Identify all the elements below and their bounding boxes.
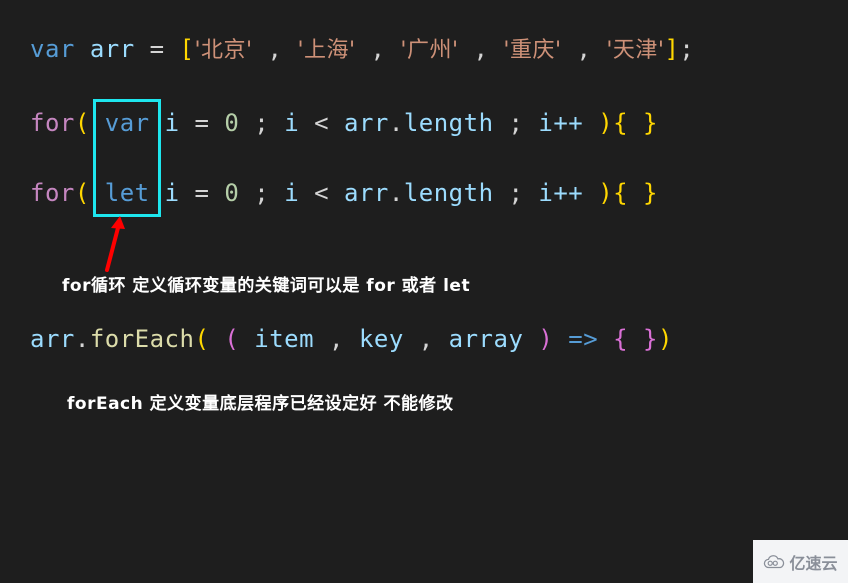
- token-comma-2: ,: [403, 325, 449, 353]
- token-paren-close: ): [598, 179, 614, 207]
- token-arr-object: arr: [344, 109, 389, 137]
- token-dot: .: [388, 109, 404, 137]
- code-editor-canvas: var arr = ['北京' , '上海' , '广州' , '重庆' , '…: [0, 0, 848, 583]
- cloud-icon: [764, 554, 785, 568]
- token-increment: i++: [538, 109, 584, 137]
- annotation-foreach: forEach 定义变量底层程序已经设定好 不能修改: [67, 394, 454, 414]
- token-paren-open: (: [74, 109, 90, 137]
- token-braces: { }: [613, 179, 659, 207]
- token-bracket-open: [: [179, 35, 195, 63]
- token-brace-close: }: [643, 325, 658, 353]
- token-paren-close: ): [657, 325, 673, 353]
- token-for-keyword: for: [30, 109, 75, 137]
- token-zero: 0: [224, 109, 240, 137]
- token-param-array: array: [448, 325, 524, 353]
- code-line-3: for( let i = 0 ; i < arr.length ; i++ ){…: [30, 177, 658, 209]
- token-inner-paren-close: ): [538, 325, 554, 353]
- token-string-shanghai: '上海': [297, 38, 356, 63]
- code-line-2: for( var i = 0 ; i < arr.length ; i++ ){…: [30, 107, 658, 139]
- token-string-beijing: '北京': [194, 38, 253, 63]
- token-string-chongqing: '重庆': [503, 38, 562, 63]
- token-param-item: item: [254, 325, 315, 353]
- token-paren-open: (: [194, 325, 210, 353]
- token-semicolon-2: ;: [493, 109, 539, 137]
- token-string-tianjin: '天津': [606, 38, 665, 63]
- code-line-1: var arr = ['北京' , '上海' , '广州' , '重庆' , '…: [30, 33, 694, 67]
- token-equals: =: [179, 109, 225, 137]
- token-semicolon-2: ;: [493, 179, 539, 207]
- token-increment: i++: [538, 179, 584, 207]
- token-brace-open: {: [613, 325, 629, 353]
- watermark-label: 亿速云: [789, 553, 838, 573]
- token-i-condition: i: [284, 179, 300, 207]
- token-less-than: <: [299, 179, 345, 207]
- code-line-4: arr.forEach( ( item , key , array ) => {…: [30, 323, 673, 355]
- token-comma-3: ,: [458, 35, 504, 63]
- token-paren-open: (: [74, 179, 90, 207]
- token-var-declaration: var: [104, 109, 150, 137]
- token-arrow-operator: =>: [568, 325, 599, 353]
- token-inner-paren-open: (: [224, 325, 240, 353]
- token-less-than: <: [299, 109, 345, 137]
- token-length-property: length: [403, 109, 494, 137]
- token-arr-object: arr: [30, 325, 75, 353]
- token-semicolon: ;: [679, 35, 695, 63]
- token-arr-identifier: arr: [89, 35, 135, 63]
- token-i-condition: i: [284, 109, 300, 137]
- token-comma-1: ,: [252, 35, 298, 63]
- token-paren-close: ): [598, 109, 614, 137]
- token-i-init: i: [164, 179, 180, 207]
- token-string-guangzhou: '广州': [400, 38, 459, 63]
- token-length-property: length: [403, 179, 494, 207]
- token-dot: .: [388, 179, 404, 207]
- token-comma-2: ,: [355, 35, 401, 63]
- token-param-key: key: [358, 325, 404, 353]
- token-comma-4: ,: [561, 35, 607, 63]
- token-bracket-close: ]: [664, 35, 680, 63]
- token-equals: =: [179, 179, 225, 207]
- token-i-init: i: [164, 109, 180, 137]
- token-let-declaration: let: [104, 179, 150, 207]
- token-assign-operator: =: [134, 35, 180, 63]
- annotation-for-loop: for循环 定义循环变量的关键词可以是 for 或者 let: [62, 276, 471, 296]
- token-for-keyword: for: [30, 179, 75, 207]
- token-braces: { }: [613, 109, 659, 137]
- token-comma-1: ,: [314, 325, 359, 353]
- token-var-keyword: var: [30, 35, 75, 63]
- token-semicolon-1: ;: [239, 179, 285, 207]
- token-dot: .: [74, 325, 90, 353]
- token-zero: 0: [224, 179, 240, 207]
- token-semicolon-1: ;: [239, 109, 285, 137]
- watermark-badge: 亿速云: [753, 540, 848, 583]
- token-arr-object: arr: [344, 179, 389, 207]
- token-foreach-method: forEach: [89, 325, 195, 353]
- red-arrow-pointer: [105, 216, 125, 272]
